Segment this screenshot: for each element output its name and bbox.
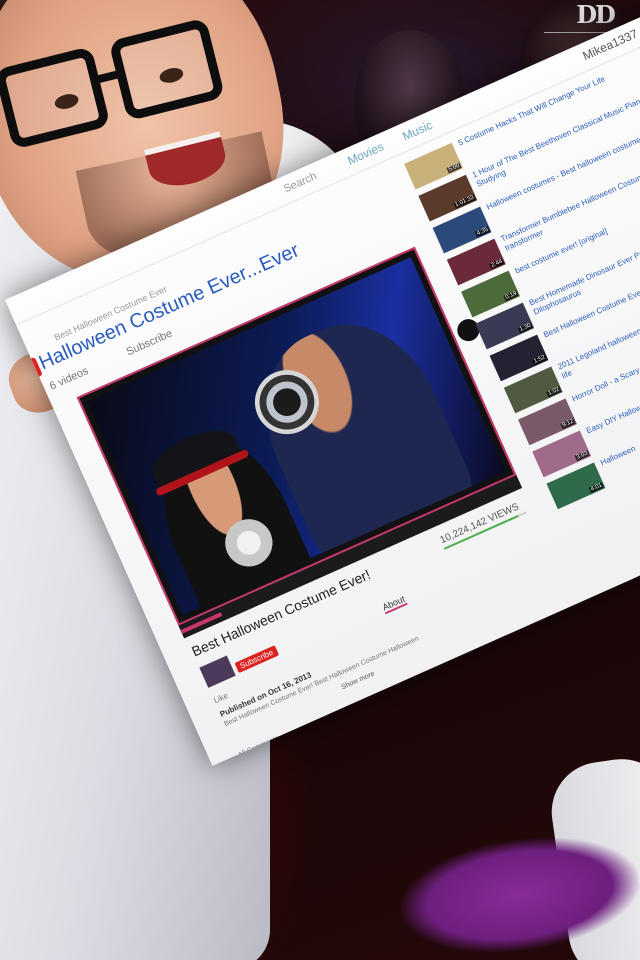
search-label[interactable]: Search (282, 170, 319, 195)
left-eye (53, 91, 80, 112)
video-duration: 5:00 (446, 162, 462, 174)
video-duration: 4:01 (589, 482, 605, 494)
video-duration: 3:03 (574, 450, 590, 462)
channel-avatar[interactable] (199, 655, 236, 688)
video-duration: 1:02 (546, 386, 562, 398)
video-duration: 2:44 (489, 258, 505, 270)
tab-movies[interactable]: Movies (345, 140, 385, 168)
right-lens (108, 17, 226, 122)
subscribe-button[interactable]: Subscribe (234, 645, 279, 674)
like-button[interactable]: Like (212, 691, 229, 705)
video-duration: 0:19 (503, 290, 519, 302)
video-duration: 9:12 (560, 418, 576, 430)
video-duration: 1:30 (517, 322, 533, 334)
right-eye (158, 65, 185, 86)
video-duration: 4:35 (475, 226, 491, 238)
tab-music[interactable]: Music (400, 118, 434, 144)
video-duration: 1:52 (532, 354, 548, 366)
party-photo: DD Search Movies Music Mikea1337 Best Ha… (0, 0, 640, 960)
left-lens (0, 46, 111, 150)
tab-about[interactable]: About (380, 593, 408, 615)
